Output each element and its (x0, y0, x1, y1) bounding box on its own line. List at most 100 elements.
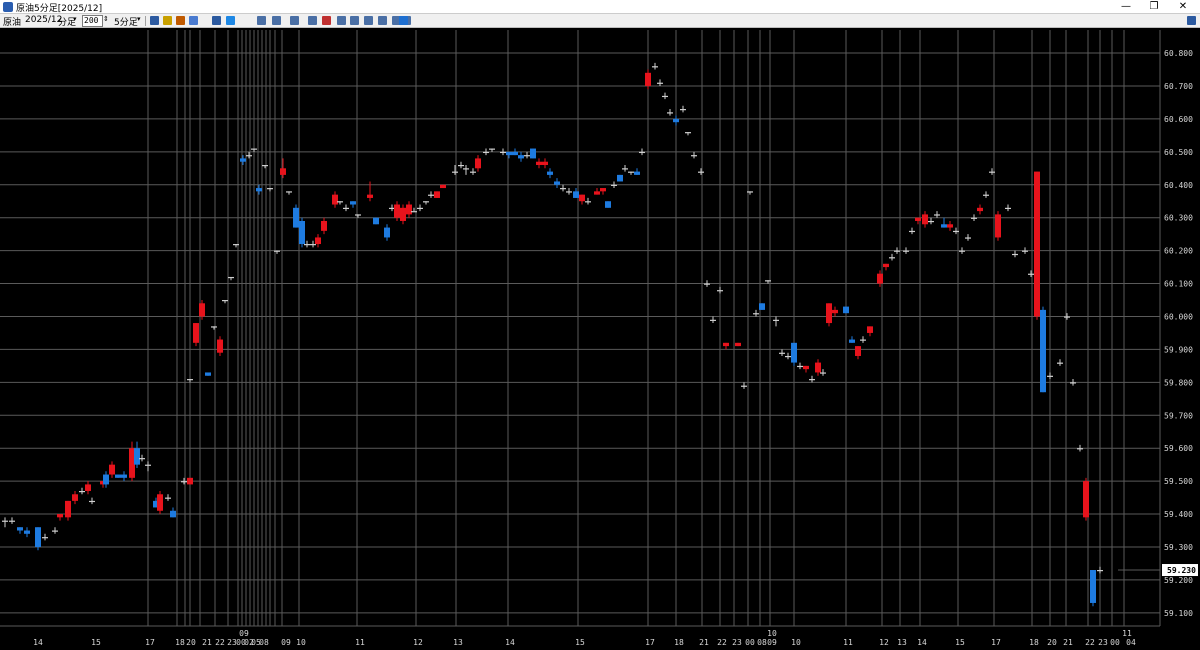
candle-body (983, 194, 989, 196)
candle-body (251, 148, 257, 150)
candle-body (42, 537, 48, 539)
candle-body (989, 171, 995, 173)
candle-body (211, 326, 217, 328)
x-tick-label: 18 (175, 638, 185, 647)
candle-body (1047, 375, 1053, 377)
x-tick-label: 21 (699, 638, 709, 647)
candle-body (657, 82, 663, 84)
candle-body (585, 201, 591, 203)
x-tick-label: 17 (645, 638, 655, 647)
candle-body (199, 303, 205, 317)
y-tick-label: 60.200 (1164, 247, 1193, 256)
candle-body (855, 346, 861, 356)
x-tick-label: 15 (955, 638, 965, 647)
x-tick-label: 21 (1063, 638, 1073, 647)
candle-body (17, 527, 23, 531)
candle-body (867, 326, 873, 333)
x-tick-label: 13 (453, 638, 463, 647)
candle-body (170, 510, 176, 518)
day-label: 11 (1122, 629, 1132, 638)
candle-body (157, 494, 163, 511)
candle-body (662, 95, 668, 98)
y-tick-label: 60.700 (1164, 82, 1193, 91)
candle-body (452, 171, 458, 173)
candle-body (145, 464, 151, 466)
candle-body (518, 155, 524, 159)
candle-body (350, 201, 356, 205)
x-tick-label: 15 (91, 638, 101, 647)
candle-body (434, 191, 440, 198)
candle-body (673, 118, 679, 123)
candle-body (628, 171, 634, 173)
candle-body (765, 280, 771, 282)
x-tick-label: 09 (281, 638, 291, 647)
x-tick-label: 11 (843, 638, 853, 647)
x-tick-label: 00 (1110, 638, 1120, 647)
candle-body (909, 230, 915, 233)
y-tick-label: 59.100 (1164, 609, 1193, 618)
x-tick-label: 04 (1126, 638, 1136, 647)
candle-body (953, 230, 959, 233)
candle-body (458, 165, 464, 167)
candle-body (685, 132, 691, 134)
candle-body (500, 151, 506, 154)
candle-body (2, 520, 8, 522)
candle-body (400, 207, 406, 221)
candle-body (773, 319, 779, 321)
x-tick-label: 00 (745, 638, 755, 647)
y-tick-label: 59.900 (1164, 345, 1193, 354)
candle-body (542, 161, 548, 166)
y-tick-label: 59.800 (1164, 378, 1193, 387)
candle-body (57, 514, 63, 518)
candle-body (304, 244, 310, 246)
candle-body (121, 474, 127, 478)
candle-body (343, 207, 349, 210)
y-tick-label: 60.300 (1164, 214, 1193, 223)
candle-body (922, 214, 928, 225)
candle-body (411, 211, 417, 213)
candle-body (832, 309, 838, 314)
candle-body (947, 224, 953, 228)
y-tick-label: 59.500 (1164, 477, 1193, 486)
candle-body (815, 362, 821, 373)
candle-body (747, 191, 753, 193)
candle-body (903, 250, 909, 252)
x-tick-label: 22 (717, 638, 727, 647)
candle-body (89, 500, 95, 503)
candle-body (573, 191, 579, 198)
candle-body (35, 527, 41, 547)
candle-body (965, 237, 971, 239)
candle-body (634, 171, 640, 175)
candle-body (109, 464, 115, 475)
x-tick-label: 14 (33, 638, 43, 647)
x-tick-label: 09 (767, 638, 777, 647)
y-tick-label: 59.600 (1164, 444, 1193, 453)
candle-body (65, 500, 71, 518)
candle-body (785, 355, 791, 358)
candle-body (883, 263, 889, 268)
x-tick-label: 18 (674, 638, 684, 647)
candle-body (849, 339, 855, 343)
candle-body (332, 194, 338, 205)
candle-body (579, 194, 585, 202)
candle-body (723, 342, 729, 347)
candle-body (262, 165, 268, 167)
candle-body (193, 323, 199, 343)
x-tick-label: 23 (732, 638, 742, 647)
day-label: 10 (767, 629, 777, 638)
candle-body (1034, 171, 1040, 317)
candle-body (134, 448, 140, 465)
candle-body (536, 161, 542, 166)
candle-body (512, 151, 518, 156)
x-tick-label: 15 (575, 638, 585, 647)
candle-body (1083, 481, 1089, 518)
x-tick-label: 08 (259, 638, 269, 647)
candle-body (524, 155, 530, 157)
x-tick-label: 18 (1029, 638, 1039, 647)
candlestick-chart[interactable]: 60.800 60.700 60.600 60.500 60.400 60.300 60.2… (0, 0, 1200, 650)
x-tick-label: 20 (186, 638, 196, 647)
x-tick-label: 17 (991, 638, 1001, 647)
candle-body (717, 290, 723, 292)
candle-body (367, 194, 373, 198)
candle-body (222, 300, 228, 302)
